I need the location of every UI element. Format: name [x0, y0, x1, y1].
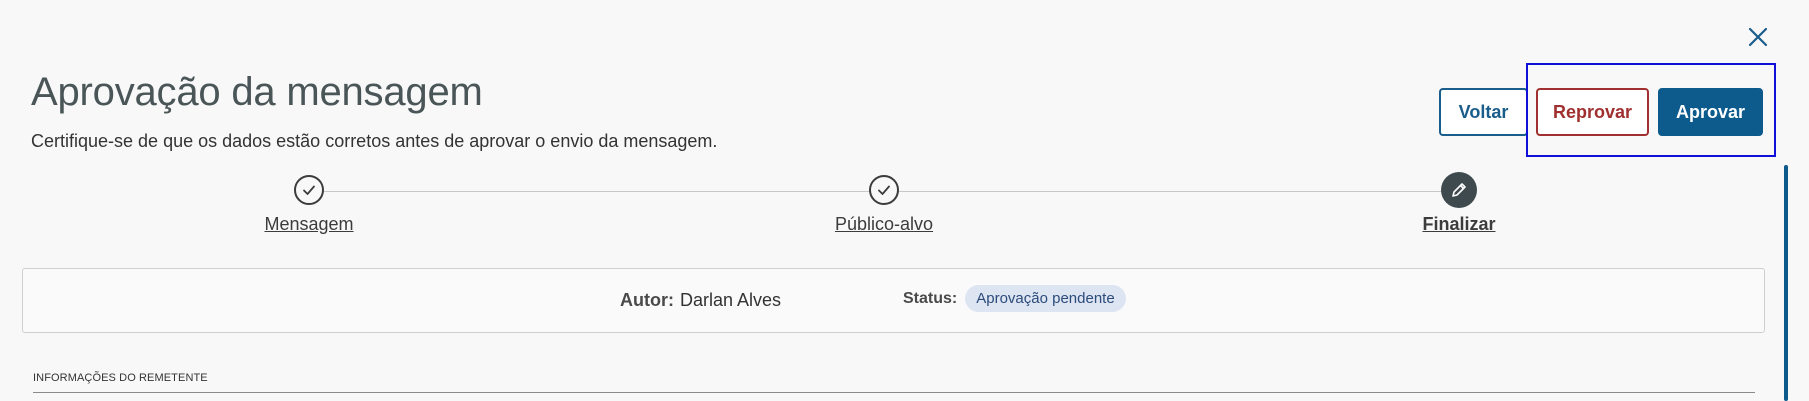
step-finalizar: Finalizar [1359, 172, 1559, 235]
author-value: Darlan Alves [679, 290, 782, 310]
step-status-circle [294, 175, 324, 205]
author-field: Autor: Darlan Alves [620, 290, 781, 311]
step-label-finalizar[interactable]: Finalizar [1422, 214, 1495, 235]
author-label: Autor: [620, 290, 674, 310]
step-status-circle [869, 175, 899, 205]
status-label: Status: [903, 289, 958, 307]
check-icon [878, 185, 890, 195]
step-label-publico-alvo[interactable]: Público-alvo [835, 214, 933, 235]
step-label-mensagem[interactable]: Mensagem [264, 214, 353, 235]
step-mensagem: Mensagem [209, 175, 409, 235]
pencil-icon [1452, 183, 1466, 197]
status-field: Status: Aprovação pendente [903, 285, 1126, 312]
step-status-circle [1441, 172, 1477, 208]
section-title-sender-info: INFORMAÇÕES DO REMETENTE [33, 372, 208, 384]
scrollbar[interactable] [1784, 165, 1788, 401]
stepper: Mensagem Público-alvo Finalizar [0, 0, 1809, 250]
check-icon [303, 185, 315, 195]
approval-page: Aprovação da mensagem Certifique-se de q… [0, 0, 1809, 401]
section-divider [33, 392, 1755, 393]
status-badge: Aprovação pendente [965, 285, 1126, 312]
step-publico-alvo: Público-alvo [784, 175, 984, 235]
message-info-card: Autor: Darlan Alves Status: Aprovação pen… [22, 268, 1765, 333]
